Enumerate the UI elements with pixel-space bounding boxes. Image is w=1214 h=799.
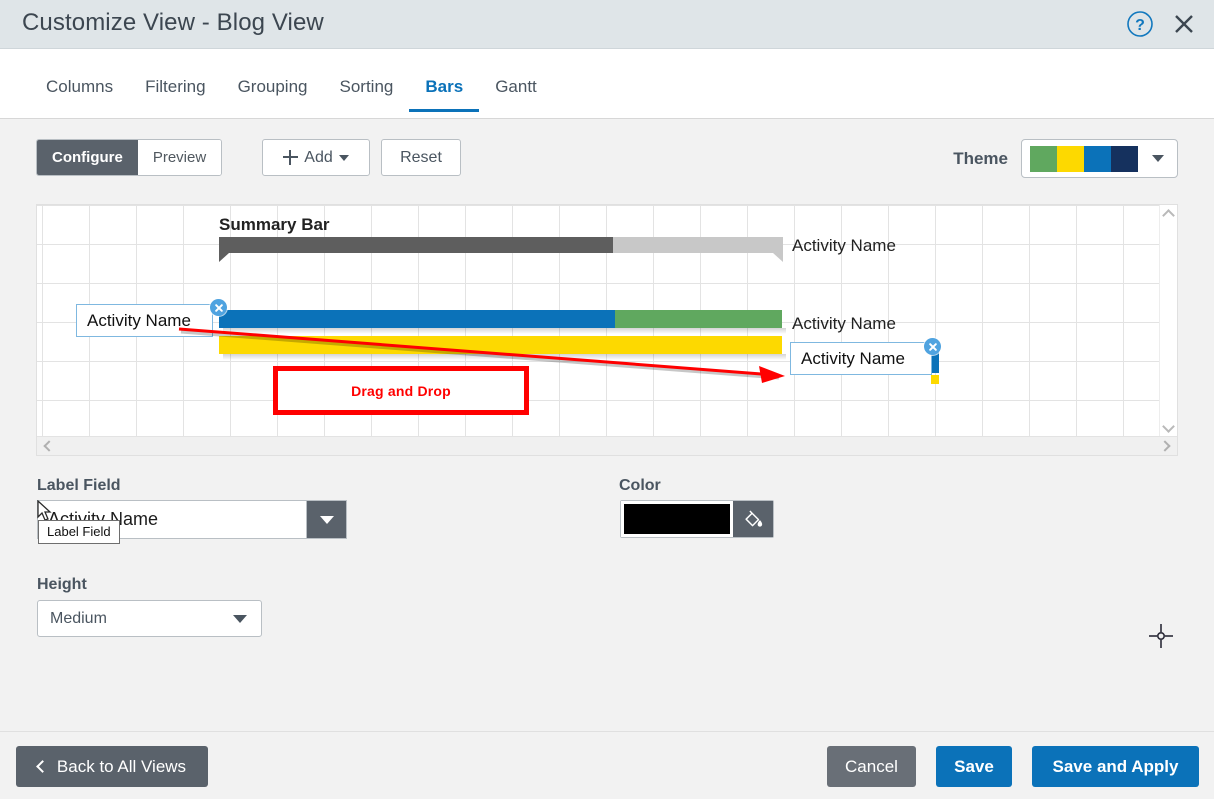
label-field-tooltip: Label Field <box>38 520 120 544</box>
color-caption: Color <box>619 477 661 494</box>
reset-button[interactable]: Reset <box>381 139 461 176</box>
chevron-down-icon <box>338 154 349 161</box>
dialog-footer: Back to All Views Cancel Save Save and A… <box>0 731 1214 799</box>
tab-sorting[interactable]: Sorting <box>324 77 410 111</box>
tab-columns[interactable]: Columns <box>30 77 129 111</box>
label-field-dropdown-button[interactable] <box>306 501 346 538</box>
label-chip-left[interactable]: Activity Name <box>76 304 213 337</box>
activity-name-label-row1: Activity Name <box>792 236 896 255</box>
chevron-up-icon[interactable] <box>1162 209 1175 222</box>
theme-selector[interactable] <box>1021 139 1178 178</box>
bars-toolbar: Configure Preview Add Reset Theme <box>0 120 1214 182</box>
configure-preview-toggle: Configure Preview <box>36 139 223 176</box>
configure-button[interactable]: Configure <box>37 140 138 175</box>
add-button-label: Add <box>304 148 333 166</box>
chevron-down-icon[interactable] <box>1162 420 1175 433</box>
activity-name-label-row2: Activity Name <box>792 314 896 333</box>
theme-swatch-2 <box>1057 145 1084 172</box>
color-control <box>620 500 774 538</box>
chevron-left-icon[interactable] <box>43 440 55 452</box>
progress-bar-segment[interactable] <box>219 310 615 328</box>
svg-text:?: ? <box>1135 17 1145 34</box>
close-icon[interactable] <box>1168 8 1200 40</box>
theme-swatch-1 <box>1030 145 1057 172</box>
canvas-horizontal-scrollbar[interactable] <box>37 436 1177 455</box>
chevron-down-icon <box>233 614 247 623</box>
label-chip-right-text: Activity Name <box>801 348 905 368</box>
tab-bars[interactable]: Bars <box>409 77 480 112</box>
bar-designer-canvas[interactable]: Summary Bar Activity Name Activity Name … <box>36 204 1178 456</box>
height-select[interactable]: Medium <box>37 600 262 637</box>
paint-bucket-icon[interactable] <box>733 501 773 537</box>
theme-control: Theme <box>953 139 1178 178</box>
summary-bar-label: Summary Bar <box>219 215 330 234</box>
cancel-button[interactable]: Cancel <box>827 746 916 787</box>
reset-button-label: Reset <box>400 148 442 166</box>
theme-label: Theme <box>953 148 1008 168</box>
canvas-vertical-scrollbar[interactable] <box>1159 205 1177 437</box>
back-to-all-views-button[interactable]: Back to All Views <box>16 746 208 787</box>
baseline-bar[interactable] <box>219 336 782 354</box>
label-field-caption: Label Field <box>37 477 121 494</box>
drag-and-drop-label: Drag and Drop <box>351 382 451 399</box>
drag-and-drop-annotation: Drag and Drop <box>273 366 529 415</box>
page-title: Customize View - Blog View <box>22 9 324 36</box>
save-and-apply-button[interactable]: Save and Apply <box>1032 746 1199 787</box>
chevron-right-icon[interactable] <box>1159 440 1171 452</box>
summary-bar-remaining[interactable] <box>613 237 783 253</box>
customize-view-dialog: Customize View - Blog View ? Columns Fil… <box>0 0 1214 799</box>
label-chip-left-text: Activity Name <box>87 310 191 330</box>
theme-swatch-3 <box>1084 145 1111 172</box>
plus-icon <box>283 150 299 165</box>
label-chip-right[interactable]: Activity Name <box>790 342 932 375</box>
tab-gantt[interactable]: Gantt <box>479 77 553 111</box>
chevron-left-icon <box>36 760 49 773</box>
summary-bar-end-tail <box>773 253 783 262</box>
save-button[interactable]: Save <box>936 746 1012 787</box>
bar-shadow-bottom <box>223 354 786 360</box>
height-caption: Height <box>37 576 87 593</box>
summary-bar-actual[interactable] <box>219 237 613 253</box>
chevron-down-icon <box>1152 155 1164 162</box>
bar-shadow-top <box>223 328 786 334</box>
help-circle-icon[interactable]: ? <box>1124 8 1156 40</box>
theme-swatch-4 <box>1111 145 1138 172</box>
tab-bar: Columns Filtering Grouping Sorting Bars … <box>0 49 1214 119</box>
summary-bar-start-tail <box>219 253 229 262</box>
close-circle-icon[interactable] <box>924 338 941 355</box>
bar-canvas-grid[interactable]: Summary Bar Activity Name Activity Name … <box>37 205 1161 437</box>
dialog-titlebar: Customize View - Blog View ? <box>0 0 1214 49</box>
height-value: Medium <box>50 609 107 627</box>
chevron-down-icon <box>319 515 334 524</box>
close-circle-icon[interactable] <box>210 299 227 316</box>
preview-button[interactable]: Preview <box>137 140 222 175</box>
color-swatch[interactable] <box>621 501 733 537</box>
crosshair-cursor <box>1149 624 1173 648</box>
tab-filtering[interactable]: Filtering <box>129 77 221 111</box>
tab-grouping[interactable]: Grouping <box>222 77 324 111</box>
back-button-label: Back to All Views <box>56 756 187 776</box>
add-button[interactable]: Add <box>262 139 370 176</box>
mini-baseline-marker[interactable] <box>931 375 939 384</box>
remaining-bar-segment[interactable] <box>615 310 782 328</box>
